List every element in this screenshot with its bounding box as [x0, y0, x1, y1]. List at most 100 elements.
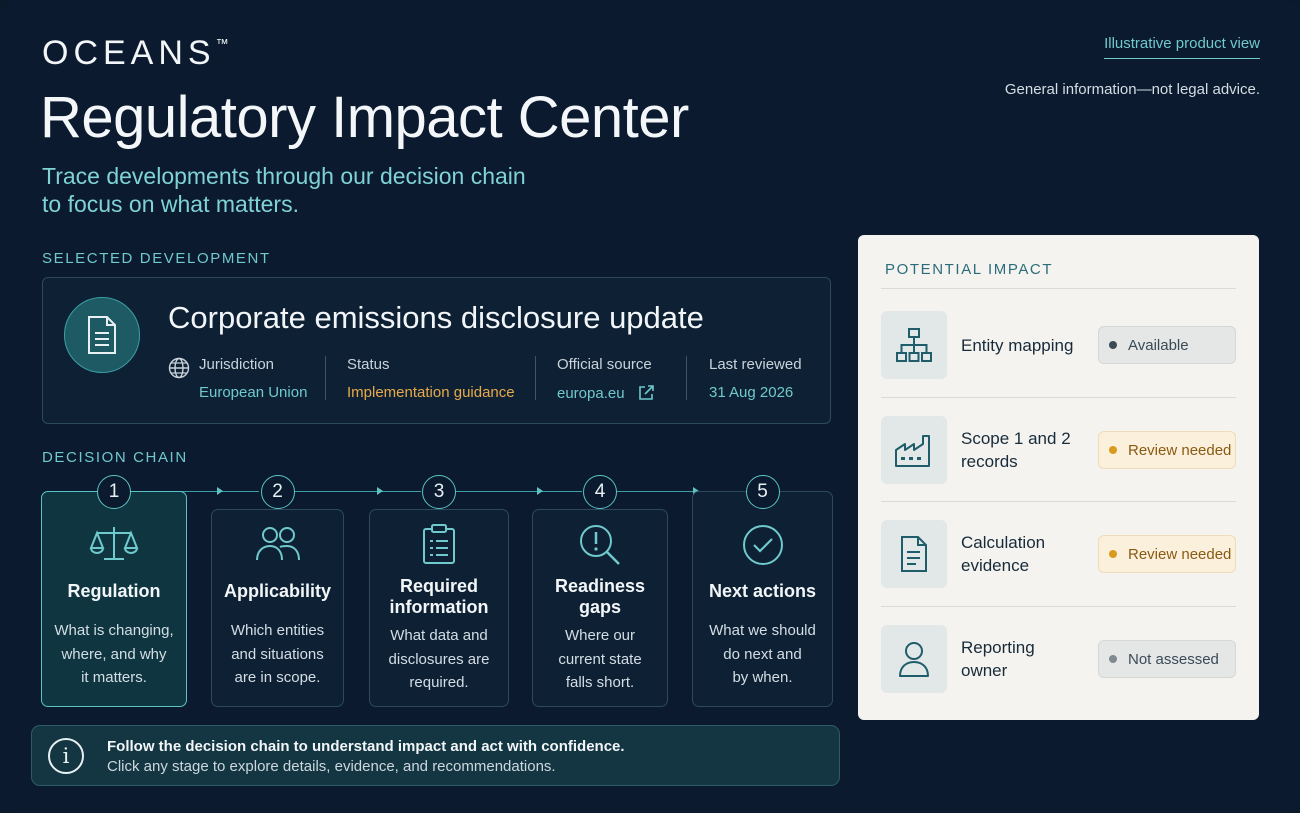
reviewed-label: Last reviewed [709, 356, 802, 373]
stage-applicability[interactable]: 2 Applicability Which entities and situa… [211, 475, 344, 707]
source-meta: Official source europa.eu [557, 356, 655, 402]
stage-description: What is changing, where, and why it matt… [50, 619, 178, 690]
info-line-2: Click any stage to explore details, evid… [107, 758, 556, 775]
reviewed-meta: Last reviewed 31 Aug 2026 [709, 356, 802, 401]
impact-name: Calculation evidence [961, 531, 1091, 577]
impact-name-line: Entity mapping [961, 336, 1074, 355]
impact-item-reporting-owner[interactable]: Reporting owner Not assessed [881, 625, 1236, 693]
status-value: Implementation guidance [347, 384, 515, 401]
subtitle-line-1: Trace developments through our decision … [42, 163, 526, 189]
stage-desc-line: it matters. [81, 669, 147, 686]
panel-divider [881, 397, 1236, 398]
factory-icon [881, 416, 947, 484]
impact-name-line: records [961, 452, 1018, 471]
stage-description: Where our current state falls short. [541, 624, 659, 695]
chain-connector [456, 491, 582, 492]
stage-title-line: Next actions [708, 581, 817, 601]
info-line-1: Follow the decision chain to understand … [107, 738, 625, 755]
status-dot [1109, 550, 1117, 558]
source-link[interactable]: europa.eu [557, 384, 655, 402]
stage-desc-line: do next and [723, 645, 802, 663]
stage-readiness-gaps[interactable]: 4 Readiness gaps Where our current state… [532, 475, 668, 707]
user-icon [881, 625, 947, 693]
selected-development-label: SELECTED DEVELOPMENT [42, 250, 271, 267]
potential-impact-label: POTENTIAL IMPACT [885, 261, 1054, 278]
info-banner: i Follow the decision chain to understan… [31, 725, 840, 786]
stage-regulation[interactable]: 1 Regulation What is changing, where, an… [41, 475, 187, 707]
stage-title: Applicability [216, 581, 339, 602]
status-badge: Not assessed [1098, 640, 1236, 678]
stage-desc-line: required. [409, 674, 469, 691]
stage-desc-line: where, and why [61, 645, 167, 663]
document-icon [64, 297, 140, 373]
impact-item-calculation-evidence[interactable]: Calculation evidence Review needed [881, 520, 1236, 588]
impact-name-line: Calculation [961, 533, 1046, 552]
source-label: Official source [557, 356, 652, 373]
stage-number: 1 [97, 475, 131, 509]
page-title: Regulatory Impact Center [40, 85, 689, 150]
document-icon [881, 520, 947, 588]
chain-arrow-icon [377, 487, 383, 495]
jurisdiction-meta: Jurisdiction European Union [199, 356, 307, 401]
stage-title-line: gaps [578, 597, 621, 617]
stage-desc-line: What data and [390, 627, 488, 644]
subtitle-line-2: to focus on what matters. [42, 191, 299, 217]
magnifier-alert-icon [533, 523, 667, 567]
stage-title-line: Readiness [554, 576, 646, 596]
status-text: Not assessed [1128, 650, 1219, 668]
stage-title-line: Applicability [223, 581, 331, 601]
meta-divider [686, 356, 687, 400]
stage-title: Regulation [46, 581, 182, 602]
status-dot [1109, 655, 1117, 663]
impact-name: Entity mapping [961, 334, 1091, 357]
stage-title: Required information [374, 576, 504, 618]
decision-chain-label: DECISION CHAIN [42, 449, 188, 466]
stage-desc-line: Where our [564, 627, 636, 644]
stage-desc-line: current state [558, 650, 642, 668]
scales-icon [42, 524, 186, 564]
stage-desc-line: What we should [709, 622, 816, 639]
illustrative-product-view-link[interactable]: Illustrative product view [1104, 35, 1260, 59]
jurisdiction-value: European Union [199, 384, 308, 401]
status-badge: Review needed [1098, 535, 1236, 573]
impact-item-entity-mapping[interactable]: Entity mapping Available [881, 311, 1236, 379]
stage-required-information[interactable]: 3 Required information What data and dis… [369, 475, 509, 707]
status-text: Available [1128, 336, 1189, 354]
stage-description: What data and disclosures are required. [378, 624, 500, 695]
page-subtitle: Trace developments through our decision … [42, 162, 602, 218]
impact-name-line: owner [961, 661, 1008, 680]
chain-arrow-icon [537, 487, 543, 495]
stage-number: 5 [745, 475, 780, 509]
meta-divider [535, 356, 536, 400]
clipboard-icon [370, 523, 508, 565]
hierarchy-icon [881, 311, 947, 379]
status-dot [1109, 446, 1117, 454]
stage-title-line: Required [399, 576, 478, 596]
stage-title: Readiness gaps [537, 576, 663, 618]
people-icon [212, 524, 343, 564]
stage-desc-line: are in scope. [234, 669, 321, 686]
impact-item-scope-records[interactable]: Scope 1 and 2 records Review needed [881, 416, 1236, 484]
impact-name-line: Reporting [961, 638, 1035, 657]
stage-title-line: Regulation [67, 581, 161, 601]
selected-development-card[interactable]: Corporate emissions disclosure update Ju… [42, 277, 831, 424]
impact-name-line: Scope 1 and 2 [961, 429, 1071, 448]
status-label: Status [347, 356, 390, 373]
stage-number: 3 [422, 475, 456, 509]
stage-description: Which entities and situations are in sco… [220, 619, 335, 690]
status-dot [1109, 341, 1117, 349]
stage-number: 4 [583, 475, 617, 509]
brand-logo: OCEANS™ [42, 34, 229, 73]
stage-desc-line: by when. [732, 669, 793, 686]
stage-desc-line: Which entities [230, 622, 325, 639]
development-title: Corporate emissions disclosure update [168, 300, 704, 335]
panel-divider [881, 606, 1236, 607]
stage-description: What we should do next and by when. [701, 619, 824, 690]
globe-icon [168, 357, 190, 384]
stage-title: Next actions [697, 581, 828, 602]
meta-divider [325, 356, 326, 400]
stage-next-actions[interactable]: 5 Next actions What we should do next an… [692, 475, 833, 707]
reviewed-value: 31 Aug 2026 [709, 384, 794, 401]
brand-name: OCEANS [42, 34, 216, 72]
impact-name: Reporting owner [961, 636, 1091, 682]
